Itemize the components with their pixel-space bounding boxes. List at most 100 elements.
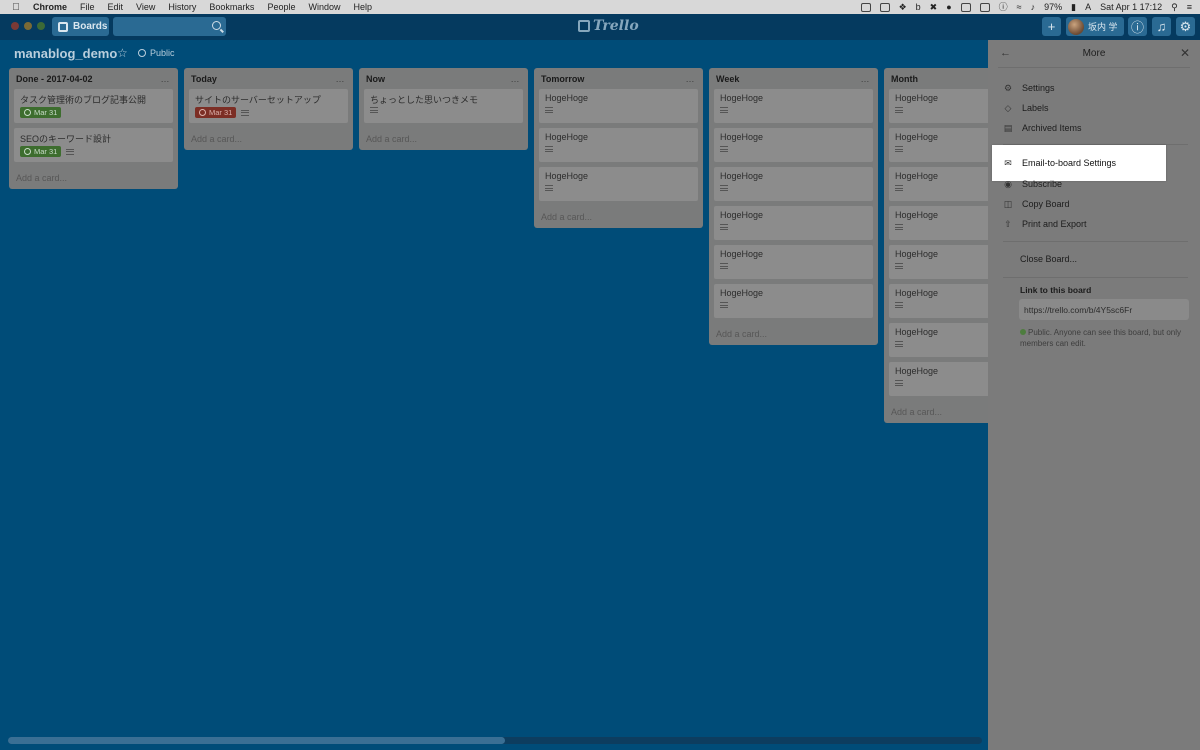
list-menu-icon[interactable]: … bbox=[861, 74, 871, 84]
search-icon[interactable] bbox=[212, 21, 221, 30]
info-icon[interactable]: ⓘ bbox=[999, 0, 1008, 14]
star-icon[interactable]: ☆ bbox=[117, 46, 128, 60]
close-board-button[interactable]: Close Board... bbox=[1020, 254, 1077, 264]
add-button[interactable]: + bbox=[1042, 17, 1061, 36]
close-icon[interactable]: ✕ bbox=[1180, 46, 1190, 60]
search-input[interactable] bbox=[113, 18, 226, 37]
scrollbar-thumb[interactable] bbox=[8, 737, 505, 744]
menu-subscribe[interactable]: ◉ Subscribe bbox=[998, 174, 1190, 194]
dropbox-icon[interactable]: ❖ bbox=[899, 0, 907, 14]
battery-percent[interactable]: 97% bbox=[1044, 2, 1062, 12]
menu-people[interactable]: People bbox=[267, 2, 295, 12]
menu-app-name[interactable]: Chrome bbox=[33, 2, 67, 12]
list-menu-icon[interactable]: … bbox=[336, 74, 346, 84]
menu-edit[interactable]: Edit bbox=[108, 2, 124, 12]
info-button[interactable]: ⓘ bbox=[1128, 17, 1147, 36]
menu-settings[interactable]: ⚙ Settings bbox=[998, 78, 1190, 98]
tray-app-icon[interactable] bbox=[979, 2, 990, 12]
list[interactable]: Now … ちょっとした思いつきメモ Add a card... bbox=[359, 68, 528, 150]
card[interactable]: SEOのキーワード設計 Mar 31 bbox=[14, 128, 173, 162]
trello-logo[interactable]: Trello bbox=[578, 18, 639, 34]
add-card-link[interactable]: Add a card... bbox=[539, 206, 698, 228]
search-box[interactable] bbox=[113, 17, 226, 37]
settings-button[interactable]: ⚙ bbox=[1176, 17, 1195, 36]
search-icon[interactable]: ⚲ bbox=[1171, 0, 1178, 14]
menubar-status-area: ❖ b ✖ ● ⓘ ≈ ♪ 97% ▮ A Sat Apr 1 17:12 ⚲ … bbox=[860, 0, 1192, 14]
card[interactable]: サイトのサーバーセットアップ Mar 31 bbox=[189, 89, 348, 123]
list-title[interactable]: Now bbox=[366, 74, 385, 84]
boards-button[interactable]: Boards bbox=[52, 17, 109, 36]
horizontal-scrollbar[interactable] bbox=[8, 737, 982, 744]
clock-icon bbox=[199, 109, 206, 116]
apple-menu-icon[interactable]:  bbox=[10, 2, 22, 13]
tray-x-icon[interactable]: ✖ bbox=[930, 0, 938, 14]
card-badges bbox=[895, 380, 903, 386]
menu-bookmarks[interactable]: Bookmarks bbox=[209, 2, 254, 12]
list[interactable]: Done - 2017-04-02 … タスク管理術のブログ記事公開 Mar 31 SE… bbox=[9, 68, 178, 189]
tray-app-icon[interactable] bbox=[960, 2, 971, 12]
menubar-clock[interactable]: Sat Apr 1 17:12 bbox=[1100, 2, 1162, 12]
menu-view[interactable]: View bbox=[136, 2, 155, 12]
add-card-link[interactable]: Add a card... bbox=[714, 323, 873, 345]
list[interactable]: Week … HogeHoge HogeHoge HogeHoge HogeHoge Hog… bbox=[709, 68, 878, 345]
due-date-badge[interactable]: Mar 31 bbox=[20, 146, 62, 157]
input-source-icon[interactable]: A bbox=[1085, 0, 1091, 14]
notification-center-icon[interactable]: ≡ bbox=[1187, 0, 1192, 14]
menu-print-and-export[interactable]: ⇧ Print and Export bbox=[998, 214, 1190, 234]
card[interactable]: HogeHoge bbox=[539, 128, 698, 162]
add-card-link[interactable]: Add a card... bbox=[189, 128, 348, 150]
card[interactable]: HogeHoge bbox=[714, 128, 873, 162]
list-title[interactable]: Done - 2017-04-02 bbox=[16, 74, 93, 84]
back-arrow-icon[interactable]: ← bbox=[1000, 47, 1011, 59]
card[interactable]: HogeHoge bbox=[714, 245, 873, 279]
menu-help[interactable]: Help bbox=[353, 2, 372, 12]
menu-history[interactable]: History bbox=[168, 2, 196, 12]
board-link-field[interactable] bbox=[1019, 299, 1189, 320]
due-date-badge[interactable]: Mar 31 bbox=[195, 107, 237, 118]
card-title: HogeHoge bbox=[720, 288, 764, 298]
tray-app-icon[interactable] bbox=[860, 2, 871, 12]
board-title[interactable]: manablog_demo bbox=[14, 46, 117, 61]
card[interactable]: HogeHoge bbox=[714, 167, 873, 201]
card[interactable]: HogeHoge bbox=[714, 206, 873, 240]
card[interactable]: HogeHoge bbox=[714, 284, 873, 318]
card[interactable]: HogeHoge bbox=[539, 89, 698, 123]
menu-copy-board[interactable]: ◫ Copy Board bbox=[998, 194, 1190, 214]
list-menu-icon[interactable]: … bbox=[511, 74, 521, 84]
menu-labels[interactable]: ◇ Labels bbox=[998, 98, 1190, 118]
tray-person-icon[interactable]: ● bbox=[946, 0, 951, 14]
list-title[interactable]: Tomorrow bbox=[541, 74, 584, 84]
tray-b-icon[interactable]: b bbox=[916, 0, 921, 14]
card[interactable]: HogeHoge bbox=[539, 167, 698, 201]
add-card-link[interactable]: Add a card... bbox=[14, 167, 173, 189]
card-badges bbox=[895, 146, 903, 152]
list-title[interactable]: Month bbox=[891, 74, 918, 84]
list-menu-icon[interactable]: … bbox=[686, 74, 696, 84]
description-icon bbox=[895, 380, 903, 386]
visibility-button[interactable]: Public bbox=[138, 48, 175, 58]
list[interactable]: Today … サイトのサーバーセットアップ Mar 31 Add a card... bbox=[184, 68, 353, 150]
battery-icon[interactable]: ▮ bbox=[1071, 0, 1076, 14]
menu-file[interactable]: File bbox=[80, 2, 95, 12]
list-title[interactable]: Week bbox=[716, 74, 739, 84]
card[interactable]: タスク管理術のブログ記事公開 Mar 31 bbox=[14, 89, 173, 123]
menu-archived-items[interactable]: ▤ Archived Items bbox=[998, 118, 1190, 138]
wifi-icon[interactable]: ≈ bbox=[1017, 0, 1022, 14]
notifications-button[interactable]: ♫ bbox=[1152, 17, 1171, 36]
menu-window[interactable]: Window bbox=[308, 2, 340, 12]
list[interactable]: Tomorrow … HogeHoge HogeHoge HogeHoge Add a c… bbox=[534, 68, 703, 228]
window-close-button[interactable] bbox=[11, 22, 19, 30]
tray-app-icon[interactable] bbox=[879, 2, 890, 12]
mac-menubar:  Chrome File Edit View History Bookmark… bbox=[0, 0, 1200, 14]
card-badges bbox=[370, 107, 378, 113]
due-date-badge[interactable]: Mar 31 bbox=[20, 107, 62, 118]
window-minimize-button[interactable] bbox=[24, 22, 32, 30]
add-card-link[interactable]: Add a card... bbox=[364, 128, 523, 150]
list-menu-icon[interactable]: … bbox=[161, 74, 171, 84]
card[interactable]: ちょっとした思いつきメモ bbox=[364, 89, 523, 123]
volume-icon[interactable]: ♪ bbox=[1031, 0, 1036, 14]
user-menu[interactable]: 坂内 学 bbox=[1066, 17, 1124, 36]
card[interactable]: HogeHoge bbox=[714, 89, 873, 123]
window-zoom-button[interactable] bbox=[37, 22, 45, 30]
list-title[interactable]: Today bbox=[191, 74, 217, 84]
